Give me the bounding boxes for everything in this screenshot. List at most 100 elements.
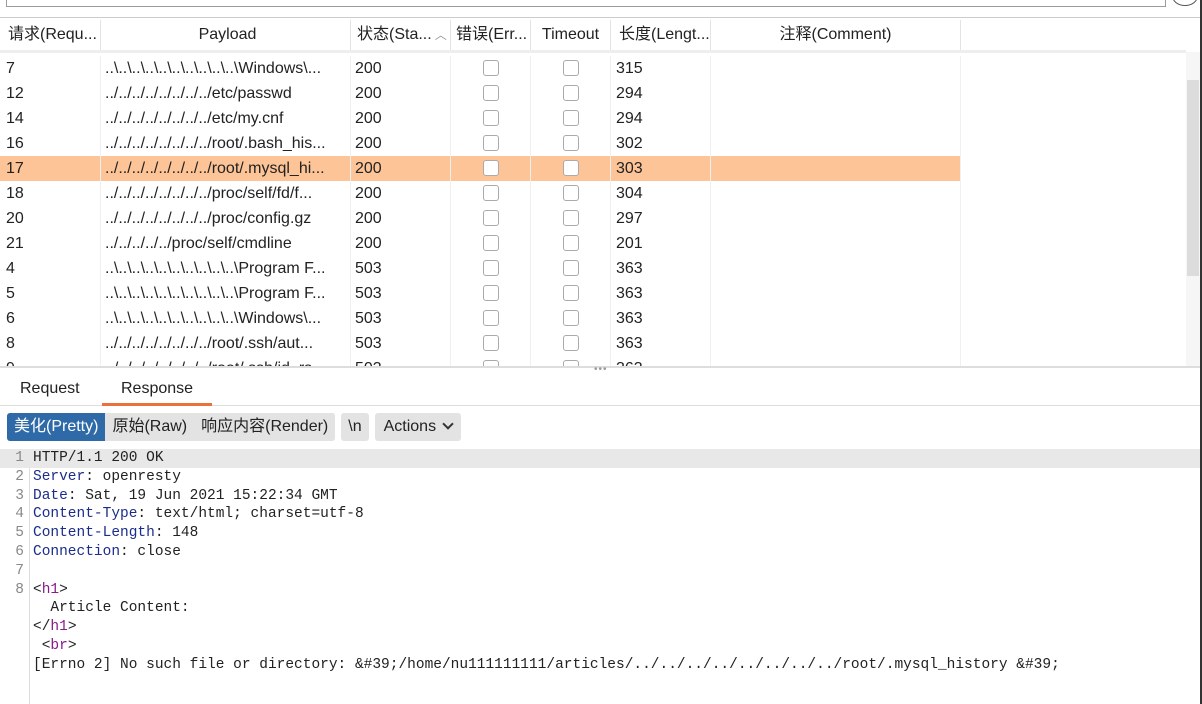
timeout-checkbox-icon[interactable] [562,210,579,226]
raw-button[interactable]: 原始(Raw) [105,413,195,441]
timeout-checkbox-icon[interactable] [562,235,579,251]
timeout-checkbox-icon[interactable] [562,160,579,176]
filter-bar[interactable] [6,0,1166,7]
table-row[interactable]: 7 ..\..\..\..\..\..\..\..\..\..\Windows\.… [0,56,961,81]
error-checkbox [451,131,531,156]
length-cell: 363 [611,356,711,366]
comment-cell [711,131,961,156]
timeout-checkbox [531,306,611,331]
timeout-checkbox-icon[interactable] [562,60,579,76]
timeout-checkbox [531,106,611,131]
error-checkbox-icon[interactable] [482,85,499,101]
table-row[interactable]: 17 ../../../../../../../../root/.mysql_hi… [0,156,961,181]
payload-cell: ../../../../../../../../root/.mysql_hi..… [101,156,351,181]
table-row[interactable]: 5 ..\..\..\..\..\..\..\..\..\..\Program F… [0,281,961,306]
error-checkbox-icon[interactable] [482,185,499,201]
error-checkbox [451,81,531,106]
tab-request[interactable]: Request [20,376,80,406]
error-checkbox-icon[interactable] [482,60,499,76]
help-icon[interactable] [1172,0,1198,6]
error-checkbox-icon[interactable] [482,235,499,251]
table-row[interactable]: 8 ../../../../../../../../root/.ssh/aut..… [0,331,961,356]
table-row[interactable]: 6 ..\..\..\..\..\..\..\..\..\..\Windows\.… [0,306,961,331]
line-text: HTTP/1.1 200 OK [33,450,164,466]
table-header: 请求(Requ... Payload 状态(Sta... ︿ 错误(Err... … [0,20,961,50]
comment-cell [711,81,961,106]
table-row[interactable]: 21 ../../../../../proc/self/cmdline 200 201 [0,231,961,256]
request-cell: 5 [0,281,101,306]
status-cell: 503 [351,306,451,331]
column-header-comment[interactable]: 注释(Comment) [711,20,961,50]
timeout-checkbox [531,256,611,281]
status-cell: 200 [351,231,451,256]
request-cell: 21 [0,231,101,256]
tab-response[interactable]: Response [102,376,213,406]
request-cell: 6 [0,306,101,331]
line-text: : openresty [85,468,181,485]
column-header-status[interactable]: 状态(Sta... ︿ [351,20,451,50]
render-button[interactable]: 响应内容(Render) [194,413,336,441]
error-checkbox-icon[interactable] [482,110,499,126]
sort-ascending-icon: ︿ [434,28,447,42]
error-checkbox-icon[interactable] [482,285,499,301]
timeout-checkbox-icon[interactable] [562,260,579,276]
pretty-button[interactable]: 美化(Pretty) [7,413,106,441]
request-cell: 14 [0,106,101,131]
table-row[interactable]: 9../../../../../../../../root/.ssh/id_rs… [0,356,961,366]
error-checkbox-icon[interactable] [482,160,499,176]
tag-name: h1 [41,581,60,598]
timeout-checkbox-icon[interactable] [562,85,579,101]
table-row[interactable]: 12 ../../../../../../../../etc/passwd 200 2… [0,81,961,106]
comment-cell [711,206,961,231]
comment-cell [711,231,961,256]
request-cell: 16 [0,131,101,156]
table-row[interactable]: 4 ..\..\..\..\..\..\..\..\..\..\Program F… [0,256,961,281]
column-header-request[interactable]: 请求(Requ... [0,20,101,50]
timeout-checkbox-icon[interactable] [562,335,579,351]
response-toolbar: 美化(Pretty) 原始(Raw) 响应内容(Render) \n Actio… [7,413,462,441]
response-editor[interactable]: 1 HTTP/1.1 200 OK 2 Server: openresty 3 Date:… [0,449,1200,704]
code-line: Article Content: [0,599,1200,618]
code-line: 7 [0,562,1200,581]
error-checkbox-icon[interactable] [482,335,499,351]
timeout-checkbox-icon[interactable] [562,135,579,151]
newline-toggle-button[interactable]: \n [341,413,369,441]
line-text: </h1> [33,619,77,636]
payload-cell: ../../../../../../../../proc/self/fd/f..… [101,181,351,206]
header-name: Date [33,487,68,504]
timeout-checkbox-icon[interactable] [562,110,579,126]
header-divider [0,50,1186,53]
error-checkbox [451,231,531,256]
error-checkbox-icon[interactable] [482,135,499,151]
timeout-checkbox-icon[interactable] [562,185,579,201]
length-cell: 304 [611,181,711,206]
actions-label: Actions [383,418,437,435]
column-header-error[interactable]: 错误(Err... [451,20,531,50]
table-row[interactable]: 18 ../../../../../../../../proc/self/fd/f… [0,181,961,206]
status-cell: 503 [351,356,451,366]
error-checkbox-icon[interactable] [482,260,499,276]
error-checkbox [451,206,531,231]
code-line: 3 Date: Sat, 19 Jun 2021 15:22:34 GMT [0,487,1200,506]
scrollbar-thumb[interactable] [1187,80,1199,276]
request-cell: 20 [0,206,101,231]
column-header-timeout[interactable]: Timeout [531,20,611,50]
line-number: 4 [15,506,24,523]
timeout-checkbox-icon[interactable] [562,285,579,301]
table-row[interactable]: 20 ../../../../../../../../proc/config.gz… [0,206,961,231]
table-row[interactable]: 16 ../../../../../../../../root/.bash_his… [0,131,961,156]
vertical-scrollbar[interactable] [1186,52,1200,366]
line-number: 1 [15,450,24,466]
actions-button[interactable]: Actions [374,413,462,441]
error-checkbox-icon[interactable] [482,210,499,226]
length-cell: 303 [611,156,711,181]
timeout-checkbox-icon[interactable] [562,310,579,326]
line-text: : close [120,544,181,560]
table-row[interactable]: 14 ../../../../../../../../etc/my.cnf 200 2… [0,106,961,131]
status-cell: 503 [351,256,451,281]
column-header-length[interactable]: 长度(Lengt... [611,20,711,50]
error-checkbox-icon[interactable] [482,310,499,326]
header-name: Connection [33,544,121,560]
column-header-payload[interactable]: Payload [101,20,351,50]
error-checkbox [451,306,531,331]
